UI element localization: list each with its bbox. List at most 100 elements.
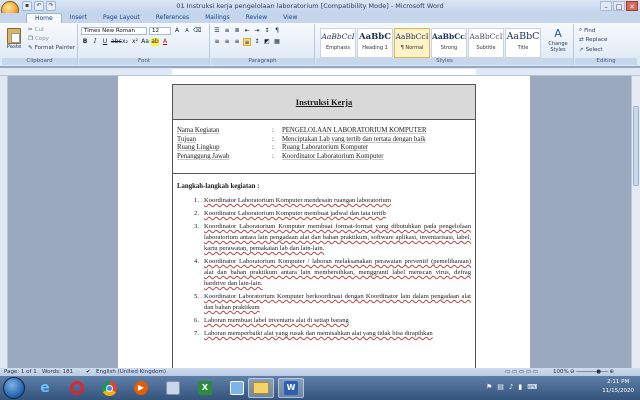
change-case-icon[interactable]: Aa xyxy=(141,38,149,46)
word-count[interactable]: Words: 181 xyxy=(42,368,73,376)
clear-format-icon[interactable]: ⌫ xyxy=(193,27,201,35)
internet-explorer-icon: e xyxy=(40,380,50,396)
justify-icon[interactable]: ≡ xyxy=(243,38,251,46)
increase-indent-icon[interactable]: ⇥ xyxy=(253,27,261,35)
select-button[interactable]: ➚ Select xyxy=(579,47,603,53)
numbering-icon[interactable]: ≡ xyxy=(223,27,231,35)
tab-review[interactable]: Review xyxy=(238,13,275,23)
battery-icon[interactable]: ▮ xyxy=(518,383,522,391)
step-number: 7. xyxy=(194,330,199,337)
volume-icon[interactable]: ♪ xyxy=(509,383,513,391)
style-strong[interactable]: AaBbCcI Strong xyxy=(431,28,467,58)
find-button[interactable]: ⌕ Find xyxy=(579,27,595,34)
clock[interactable]: 2:11 PM 11/15/2020 xyxy=(602,378,634,396)
tab-home[interactable]: Home xyxy=(26,13,62,23)
decrease-indent-icon[interactable]: ⇤ xyxy=(243,27,251,35)
zoom-level[interactable]: 100% xyxy=(553,368,569,376)
shrink-font-icon[interactable]: A xyxy=(183,27,191,35)
strikethrough-icon[interactable]: abc xyxy=(111,38,122,46)
proofing-icon[interactable]: ✔ xyxy=(86,368,91,376)
tab-mailings[interactable]: Mailings xyxy=(197,13,238,23)
vertical-scrollbar[interactable] xyxy=(631,76,640,368)
format-painter-button[interactable]: ✎ Format Painter xyxy=(28,45,75,51)
meta-row: Penanggung Jawab: Koordinator Laboratoriu… xyxy=(177,153,471,162)
step-number: 4. xyxy=(194,258,199,265)
style-heading-1[interactable]: AaBbC Heading 1 xyxy=(357,28,393,58)
align-center-icon[interactable]: ≡ xyxy=(223,38,231,46)
page-count[interactable]: Page: 1 of 1 xyxy=(4,368,37,376)
taskbar-chrome[interactable] xyxy=(96,378,122,398)
zoom-slider[interactable]: ⊖ ──────●── ⊕ xyxy=(570,368,614,376)
grow-font-icon[interactable]: A xyxy=(173,27,181,35)
step-number: 3. xyxy=(194,223,199,230)
multilevel-list-icon[interactable]: ≣ xyxy=(233,27,241,35)
highlight-icon[interactable]: ab xyxy=(151,38,159,46)
cut-button[interactable]: ✂ Cut xyxy=(28,27,44,33)
folder-icon xyxy=(253,382,269,394)
taskbar-paint[interactable] xyxy=(224,378,250,398)
document-table[interactable]: Instruksi Kerja Nama Kegiatan: PENGELOLAA… xyxy=(172,84,476,368)
underline-icon[interactable]: U xyxy=(101,38,109,46)
window-title: 01 Instruksi kerja pengelolaan laborator… xyxy=(176,2,444,10)
tab-insert[interactable]: Insert xyxy=(62,13,95,23)
style-preview: AaBbCcI xyxy=(321,32,355,41)
paste-button[interactable]: Paste xyxy=(4,28,24,50)
paragraph-group-label: Paragraph xyxy=(211,58,314,65)
redo-icon[interactable]: ↷ xyxy=(46,1,56,11)
taskbar-word[interactable]: W xyxy=(278,378,304,398)
bold-icon[interactable]: B xyxy=(81,38,89,46)
horizontal-ruler[interactable] xyxy=(0,68,640,76)
start-button[interactable] xyxy=(3,377,25,399)
scrollbar-thumb[interactable] xyxy=(633,106,639,186)
font-name-select[interactable]: Times New Roman xyxy=(81,27,147,35)
step-text: Koordinator Laboratorium Komputer membua… xyxy=(204,223,471,252)
sort-icon[interactable]: ↕ xyxy=(263,27,271,35)
keyboard-icon[interactable]: ⌨ xyxy=(527,383,537,391)
list-buttons: ☰ ≡ ≣ ⇤ ⇥ ↕ ¶ xyxy=(213,27,281,35)
taskbar-media[interactable]: ▶ xyxy=(128,378,154,398)
style-preview: AaBbCcI xyxy=(395,32,429,41)
italic-icon[interactable]: I xyxy=(91,38,99,46)
copy-button[interactable]: ❐ Copy xyxy=(28,36,49,42)
taskbar-ie[interactable]: e xyxy=(32,378,58,398)
view-buttons[interactable]: ▭ ▭ ▭ ▭ ▭ xyxy=(505,368,538,376)
language-indicator[interactable]: English (United Kingdom) xyxy=(96,368,166,376)
tab-references[interactable]: References xyxy=(148,13,197,23)
tab-page-layout[interactable]: Page Layout xyxy=(95,13,148,23)
superscript-icon[interactable]: x² xyxy=(131,38,139,46)
change-styles-button[interactable]: A Change Styles xyxy=(544,27,572,53)
align-left-icon[interactable]: ≡ xyxy=(213,38,221,46)
taskbar-excel[interactable]: X xyxy=(192,378,218,398)
taskbar-opera[interactable] xyxy=(64,378,90,398)
borders-icon[interactable]: ▦ xyxy=(273,38,281,46)
show-marks-icon[interactable]: ¶ xyxy=(273,27,281,35)
style-title[interactable]: AaBbC Title xyxy=(505,28,541,58)
style-normal[interactable]: AaBbCcI ¶ Normal xyxy=(394,28,430,58)
subscript-icon[interactable]: x₂ xyxy=(121,38,129,46)
tab-view[interactable]: View xyxy=(275,13,305,23)
network-icon[interactable]: ▤ xyxy=(497,383,504,391)
replace-label: Replace xyxy=(585,37,608,43)
minimize-button[interactable]: – xyxy=(600,1,612,11)
taskbar: e ▶ X W ⚑ ▤ ♪ ▮ ⌨ 2:11 PM 11/15/2020 xyxy=(0,376,640,400)
vertical-ruler[interactable] xyxy=(0,76,8,368)
style-subtitle[interactable]: AaBbCcI Subtitle xyxy=(468,28,504,58)
taskbar-explorer[interactable] xyxy=(248,378,274,398)
undo-icon[interactable]: ↶ xyxy=(34,1,44,11)
bullets-icon[interactable]: ☰ xyxy=(213,27,221,35)
font-color-icon[interactable]: A xyxy=(161,38,169,46)
line-spacing-icon[interactable]: ↕ xyxy=(253,38,261,46)
paint-icon xyxy=(230,381,244,395)
replace-button[interactable]: ⇄ Replace xyxy=(579,37,607,43)
align-right-icon[interactable]: ≡ xyxy=(233,38,241,46)
flag-icon[interactable]: ⚑ xyxy=(486,383,492,391)
save-icon[interactable]: ▪ xyxy=(22,1,32,11)
font-size-select[interactable]: 12 xyxy=(149,27,171,35)
close-button[interactable]: ✕ xyxy=(626,1,638,11)
meta-row: Ruang Lingkup: Ruang Laboratorium Kompute… xyxy=(177,144,471,153)
step-text: Koordinator Laboratorium Komputer mendes… xyxy=(204,197,391,204)
style-emphasis[interactable]: AaBbCcI Emphasis xyxy=(320,28,356,58)
taskbar-app[interactable] xyxy=(160,378,186,398)
shading-icon[interactable]: ◩ xyxy=(263,38,271,46)
maximize-button[interactable]: □ xyxy=(613,1,625,11)
